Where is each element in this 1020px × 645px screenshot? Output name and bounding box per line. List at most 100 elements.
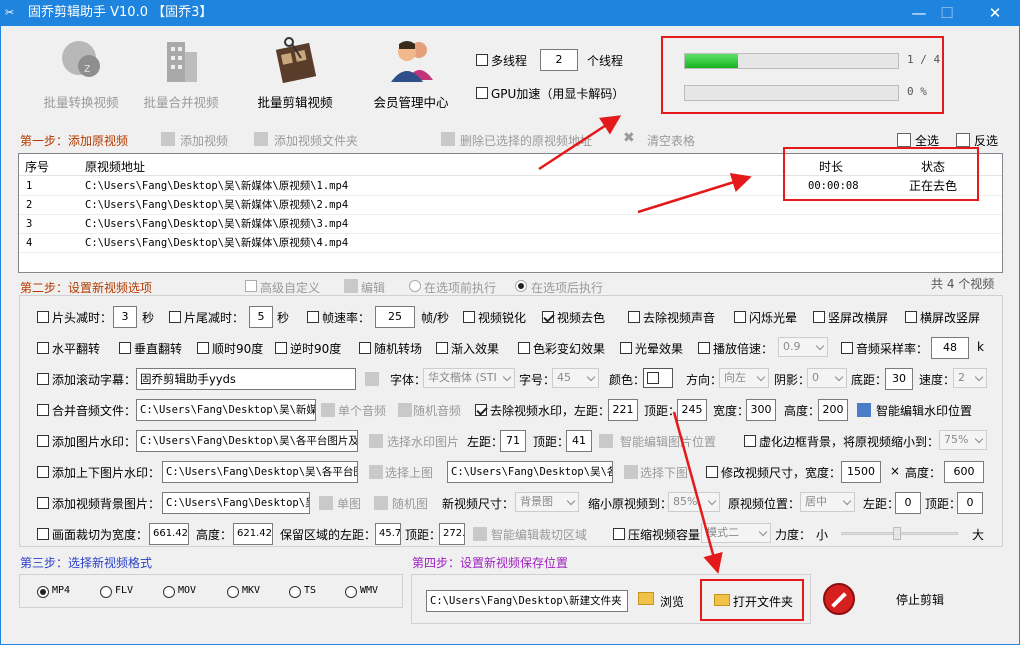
samplerate-checkbox[interactable] <box>841 342 853 354</box>
crop-checkbox[interactable] <box>37 528 49 540</box>
watermark-height-input[interactable]: 200 <box>818 399 848 421</box>
bg-img-path[interactable]: C:\Users\Fang\Desktop\吴 <box>162 492 310 514</box>
head-cut-input[interactable]: 3 <box>113 306 137 328</box>
maximize-button[interactable]: ☐ <box>924 0 970 26</box>
speed-select[interactable]: 0.9 <box>778 337 828 357</box>
scroll-sub-input[interactable]: 固乔剪辑助手yyds <box>136 368 356 390</box>
shadow-select[interactable]: 0 <box>807 368 847 388</box>
advanced-checkbox[interactable] <box>245 280 257 292</box>
random-audio-button[interactable]: 随机音频 <box>413 402 461 419</box>
bg-img-checkbox[interactable] <box>37 497 49 509</box>
compress-mode-select[interactable]: 模式二 <box>701 523 771 543</box>
select-bottom-img-button[interactable]: 选择下图 <box>640 464 688 481</box>
keep-left-input[interactable]: 45.71 <box>375 523 401 545</box>
merge-audio-path[interactable]: C:\Users\Fang\Desktop\吴\新媒体 <box>136 399 316 421</box>
decolor-checkbox[interactable] <box>542 311 554 323</box>
topbottom-checkbox[interactable] <box>37 466 49 478</box>
bottom-input[interactable]: 30 <box>885 368 913 390</box>
crop-height-input[interactable]: 621.428 <box>233 523 273 545</box>
position-select[interactable]: 居中 <box>800 492 855 512</box>
batch-edit-tool[interactable]: 批量剪辑视频 <box>235 36 355 116</box>
delete-selected-button[interactable]: 删除已选择的原视频地址 <box>460 132 592 149</box>
color-picker[interactable] <box>643 368 673 388</box>
edit-button[interactable]: 编辑 <box>361 279 385 296</box>
font-select[interactable]: 华文楷体 (STI <box>423 368 515 388</box>
format-mkv-radio[interactable] <box>227 586 239 598</box>
format-mp4-radio[interactable] <box>37 586 49 598</box>
batch-merge-tool[interactable]: 批量合并视频 <box>121 36 241 116</box>
halo-checkbox[interactable] <box>620 342 632 354</box>
compress-checkbox[interactable] <box>613 528 625 540</box>
watermark-top-input[interactable]: 245 <box>677 399 707 421</box>
clear-table-button[interactable]: 清空表格 <box>647 132 695 149</box>
framerate-input[interactable]: 25 <box>375 306 415 328</box>
img-watermark-path[interactable]: C:\Users\Fang\Desktop\吴\各平台图片及 <box>136 430 358 452</box>
shrink-select[interactable]: 85% <box>668 492 720 512</box>
remove-audio-checkbox[interactable] <box>628 311 640 323</box>
format-ts-radio[interactable] <box>289 586 301 598</box>
select-top-img-button[interactable]: 选择上图 <box>385 464 433 481</box>
bg-left-input[interactable]: 0 <box>895 492 921 514</box>
h2v-checkbox[interactable] <box>905 311 917 323</box>
size-select[interactable]: 45 <box>552 368 599 388</box>
vflip-checkbox[interactable] <box>119 342 131 354</box>
thread-count-input[interactable]: 2 <box>540 49 578 71</box>
blur-select[interactable]: 75% <box>939 430 987 450</box>
merge-audio-checkbox[interactable] <box>37 404 49 416</box>
single-audio-button[interactable]: 单个音频 <box>338 402 386 419</box>
tail-cut-input[interactable]: 5 <box>249 306 273 328</box>
select-watermark-img-button[interactable]: 选择水印图片 <box>387 433 459 450</box>
watermark-left-input[interactable]: 221 <box>608 399 638 421</box>
smart-watermark-button[interactable]: 智能编辑水印位置 <box>876 402 972 419</box>
format-flv-radio[interactable] <box>100 586 112 598</box>
gpu-checkbox[interactable] <box>476 87 488 99</box>
close-button[interactable]: ✕ <box>972 0 1018 26</box>
img-watermark-checkbox[interactable] <box>37 435 49 447</box>
top-img-path[interactable]: C:\Users\Fang\Desktop\吴\各平台图 <box>162 461 358 483</box>
head-cut-checkbox[interactable] <box>37 311 49 323</box>
bottom-img-path[interactable]: C:\Users\Fang\Desktop\吴\各 <box>447 461 613 483</box>
smart-img-button[interactable]: 智能编辑图片位置 <box>620 433 716 450</box>
format-mov-radio[interactable] <box>163 586 175 598</box>
table-row[interactable]: 3 C:\Users\Fang\Desktop\吴\新媒体\原视频\3.mp4 <box>19 215 1002 234</box>
new-size-select[interactable]: 背景图 <box>515 492 579 512</box>
keep-top-input[interactable]: 272. <box>439 523 465 545</box>
smart-crop-button[interactable]: 智能编辑裁切区域 <box>491 526 587 543</box>
v2h-checkbox[interactable] <box>813 311 825 323</box>
hflip-checkbox[interactable] <box>37 342 49 354</box>
direction-select[interactable]: 向左 <box>719 368 769 388</box>
fadein-checkbox[interactable] <box>436 342 448 354</box>
sharpen-checkbox[interactable] <box>463 311 475 323</box>
resize-width-input[interactable]: 1500 <box>841 461 881 483</box>
blur-border-checkbox[interactable] <box>744 435 756 447</box>
colorshift-checkbox[interactable] <box>518 342 530 354</box>
crop-width-input[interactable]: 661.428 <box>149 523 189 545</box>
format-wmv-radio[interactable] <box>345 586 357 598</box>
flash-checkbox[interactable] <box>734 311 746 323</box>
add-video-button[interactable]: 添加视频 <box>180 132 228 149</box>
speed-checkbox[interactable] <box>698 342 710 354</box>
after-radio[interactable] <box>515 280 527 292</box>
scroll-sub-checkbox[interactable] <box>37 373 49 385</box>
samplerate-input[interactable]: 48 <box>931 337 969 359</box>
browse-button[interactable]: 浏览 <box>660 593 684 610</box>
rotm90-checkbox[interactable] <box>275 342 287 354</box>
remove-watermark-checkbox[interactable] <box>475 404 487 416</box>
strength-slider-track[interactable] <box>841 527 958 540</box>
single-img-button[interactable]: 单图 <box>337 495 361 512</box>
add-folder-button[interactable]: 添加视频文件夹 <box>274 132 358 149</box>
stop-edit-button[interactable]: 停止剪辑 <box>896 591 944 608</box>
bg-top-input[interactable]: 0 <box>957 492 983 514</box>
tail-cut-checkbox[interactable] <box>169 311 181 323</box>
framerate-checkbox[interactable] <box>307 311 319 323</box>
img-left-input[interactable]: 71 <box>500 430 526 452</box>
watermark-width-input[interactable]: 300 <box>746 399 776 421</box>
save-path-input[interactable]: C:\Users\Fang\Desktop\新建文件夹 <box>426 590 628 612</box>
table-row[interactable]: 4 C:\Users\Fang\Desktop\吴\新媒体\原视频\4.mp4 <box>19 234 1002 253</box>
scroll-speed-select[interactable]: 2 <box>953 368 987 388</box>
random-img-button[interactable]: 随机图 <box>392 495 428 512</box>
before-radio[interactable] <box>409 280 421 292</box>
member-center-tool[interactable]: 会员管理中心 <box>351 36 471 116</box>
multithread-checkbox[interactable] <box>476 54 488 66</box>
img-top-input[interactable]: 41 <box>566 430 592 452</box>
